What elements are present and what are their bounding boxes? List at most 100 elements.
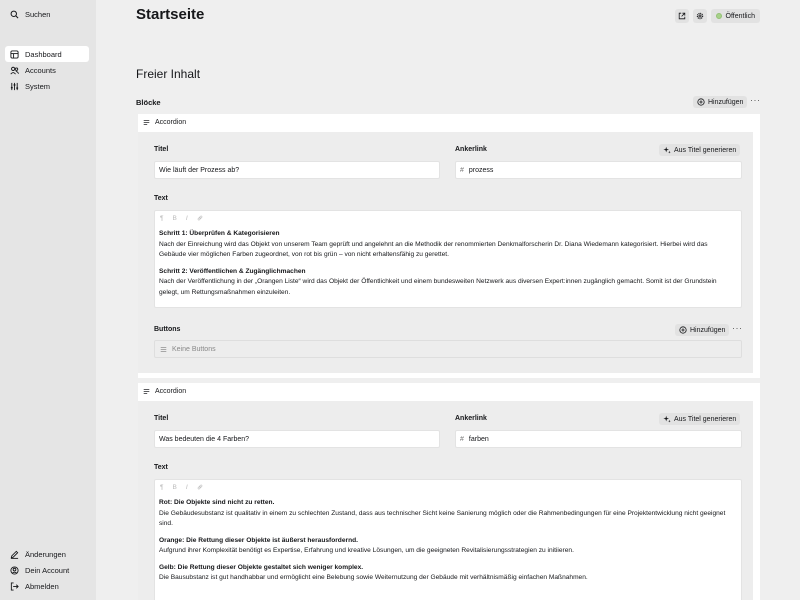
paragraph-icon[interactable]: ¶ bbox=[160, 484, 164, 491]
paragraph-heading: Schritt 1: Überprüfen & Kategorisieren bbox=[159, 230, 280, 237]
title-value: Was bedeuten die 4 Farben? bbox=[159, 435, 250, 443]
anchor-label: Ankerlink bbox=[455, 146, 487, 153]
dashboard-icon bbox=[10, 49, 19, 59]
italic-icon[interactable]: I bbox=[186, 484, 188, 491]
paragraph-body: Die Gebäudesubstanz ist qualitativ in ei… bbox=[159, 509, 726, 528]
bold-icon[interactable]: B bbox=[173, 484, 177, 491]
text-paragraph: Rot: Die Objekte sind nicht zu retten. Di… bbox=[155, 498, 741, 530]
block-header[interactable]: Accordion bbox=[138, 114, 760, 130]
text-paragraph: Schritt 1: Überprüfen & Kategorisieren Na… bbox=[155, 229, 741, 261]
text-label: Text bbox=[154, 464, 168, 471]
header-actions: Öffentlich bbox=[674, 9, 760, 23]
status-button[interactable]: Öffentlich bbox=[710, 9, 760, 23]
block-type-label: Accordion bbox=[155, 387, 187, 395]
anchor-input[interactable]: # farben bbox=[455, 430, 742, 448]
gear-icon bbox=[696, 12, 703, 20]
paragraph-heading: Rot: Die Objekte sind nicht zu retten. bbox=[159, 499, 275, 506]
anchor-value: prozess bbox=[468, 166, 494, 174]
search-label: Suchen bbox=[25, 9, 51, 19]
add-block-button[interactable]: Hinzufügen bbox=[693, 96, 748, 108]
sidebar-item-system[interactable]: System bbox=[5, 78, 89, 94]
users-icon bbox=[10, 66, 19, 74]
sidebar-item-logout[interactable]: Abmelden bbox=[5, 578, 89, 594]
title-input[interactable]: Was bedeuten die 4 Farben? bbox=[154, 430, 440, 448]
text-paragraph: Orange: Die Rettung dieser Objekte ist ä… bbox=[155, 536, 741, 557]
settings-button[interactable] bbox=[692, 9, 707, 23]
italic-icon[interactable]: I bbox=[186, 215, 188, 222]
sidebar-item-label: Accounts bbox=[25, 65, 56, 75]
add-icon bbox=[697, 98, 705, 106]
generate-anchor-button[interactable]: Aus Titel generieren bbox=[659, 144, 741, 156]
text-editor[interactable]: ¶ B I Schritt 1: Überprüfen & Kategorisi… bbox=[154, 210, 742, 308]
anchor-label: Ankerlink bbox=[455, 415, 487, 422]
text-label: Text bbox=[154, 195, 168, 202]
bold-icon[interactable]: B bbox=[173, 215, 177, 222]
user-icon bbox=[10, 565, 19, 575]
block-header[interactable]: Accordion bbox=[138, 383, 760, 399]
sparkle-icon bbox=[663, 415, 671, 423]
open-preview-button[interactable] bbox=[674, 9, 689, 23]
sidebar-item-accounts[interactable]: Accounts bbox=[5, 62, 89, 78]
sidebar-item-account[interactable]: Dein Account bbox=[5, 562, 89, 578]
paragraph-body: Die Bausubstanz ist gut handhabbar und e… bbox=[159, 574, 588, 581]
anchor-value: farben bbox=[468, 435, 489, 443]
text-paragraph: Gelb: Die Rettung dieser Objekte gestalt… bbox=[155, 563, 741, 584]
sidebar: Suchen Dashboard Accounts System Änderun… bbox=[0, 0, 96, 600]
sidebar-item-label: System bbox=[25, 81, 51, 91]
accordion-block: Accordion Titel Was bedeuten die 4 Farbe… bbox=[138, 383, 760, 600]
text-paragraph: Schritt 2: Veröffentlichen & Zugänglichm… bbox=[155, 267, 741, 299]
title-label: Titel bbox=[154, 415, 169, 422]
buttons-options-icon[interactable]: ··· bbox=[732, 323, 743, 333]
sidebar-item-label: Abmelden bbox=[25, 581, 59, 591]
accordion-block: Accordion Titel Wie läuft der Prozess ab… bbox=[138, 114, 760, 378]
paragraph-heading: Schritt 2: Veröffentlichen & Zugänglichm… bbox=[159, 267, 306, 275]
accordion-icon bbox=[143, 388, 150, 394]
title-input[interactable]: Wie läuft der Prozess ab? bbox=[154, 161, 440, 179]
paragraph-icon[interactable]: ¶ bbox=[160, 215, 164, 222]
title-label: Titel bbox=[154, 146, 169, 153]
hash-icon: # bbox=[460, 166, 464, 174]
block-body: Titel Wie läuft der Prozess ab? Ankerlin… bbox=[138, 132, 753, 373]
accordion-icon bbox=[143, 119, 150, 125]
settings-icon bbox=[10, 82, 19, 90]
buttons-label: Buttons bbox=[154, 326, 181, 333]
sparkle-icon bbox=[663, 146, 671, 154]
block-body: Titel Was bedeuten die 4 Farben? Ankerli… bbox=[138, 401, 753, 600]
generate-anchor-label: Aus Titel generieren bbox=[674, 146, 737, 154]
generate-anchor-label: Aus Titel generieren bbox=[674, 415, 737, 423]
editor-toolbar: ¶ B I bbox=[155, 480, 741, 494]
sidebar-item-label: Dein Account bbox=[25, 565, 70, 575]
search-icon bbox=[10, 10, 19, 18]
buttons-empty[interactable]: Keine Buttons bbox=[154, 340, 742, 358]
sidebar-item-label: Änderungen bbox=[25, 549, 66, 559]
logout-icon bbox=[10, 581, 19, 591]
link-icon[interactable] bbox=[197, 484, 203, 490]
add-icon bbox=[679, 326, 687, 334]
sidebar-item-dashboard[interactable]: Dashboard bbox=[5, 46, 89, 62]
blocks-options-icon[interactable]: ··· bbox=[750, 95, 761, 105]
sidebar-item-changes[interactable]: Änderungen bbox=[5, 546, 89, 562]
generate-anchor-button[interactable]: Aus Titel generieren bbox=[659, 413, 741, 425]
page-title: Startseite bbox=[136, 6, 205, 23]
external-link-icon bbox=[678, 12, 685, 20]
edit-icon bbox=[10, 550, 19, 559]
paragraph-heading: Gelb: Die Rettung dieser Objekte gestalt… bbox=[159, 563, 364, 571]
buttons-empty-label: Keine Buttons bbox=[172, 345, 216, 353]
section-title: Freier Inhalt bbox=[136, 67, 201, 81]
paragraph-heading: Orange: Die Rettung dieser Objekte ist ä… bbox=[159, 536, 358, 544]
blocks-label: Blöcke bbox=[136, 98, 161, 107]
link-icon[interactable] bbox=[197, 215, 203, 221]
add-button-label: Hinzufügen bbox=[690, 326, 726, 334]
search-button[interactable]: Suchen bbox=[5, 6, 89, 22]
anchor-input[interactable]: # prozess bbox=[455, 161, 742, 179]
status-label: Öffentlich bbox=[725, 12, 755, 20]
paragraph-body: Nach der Einreichung wird das Objekt von… bbox=[159, 240, 708, 259]
add-block-label: Hinzufügen bbox=[708, 98, 744, 106]
text-editor[interactable]: ¶ B I Rot: Die Objekte sind nicht zu ret… bbox=[154, 479, 742, 600]
block-type-label: Accordion bbox=[155, 118, 187, 126]
add-button-button[interactable]: Hinzufügen bbox=[675, 324, 730, 336]
hash-icon: # bbox=[460, 435, 464, 443]
sidebar-item-label: Dashboard bbox=[25, 49, 62, 59]
status-dot-icon bbox=[715, 13, 722, 19]
list-icon bbox=[160, 346, 167, 352]
